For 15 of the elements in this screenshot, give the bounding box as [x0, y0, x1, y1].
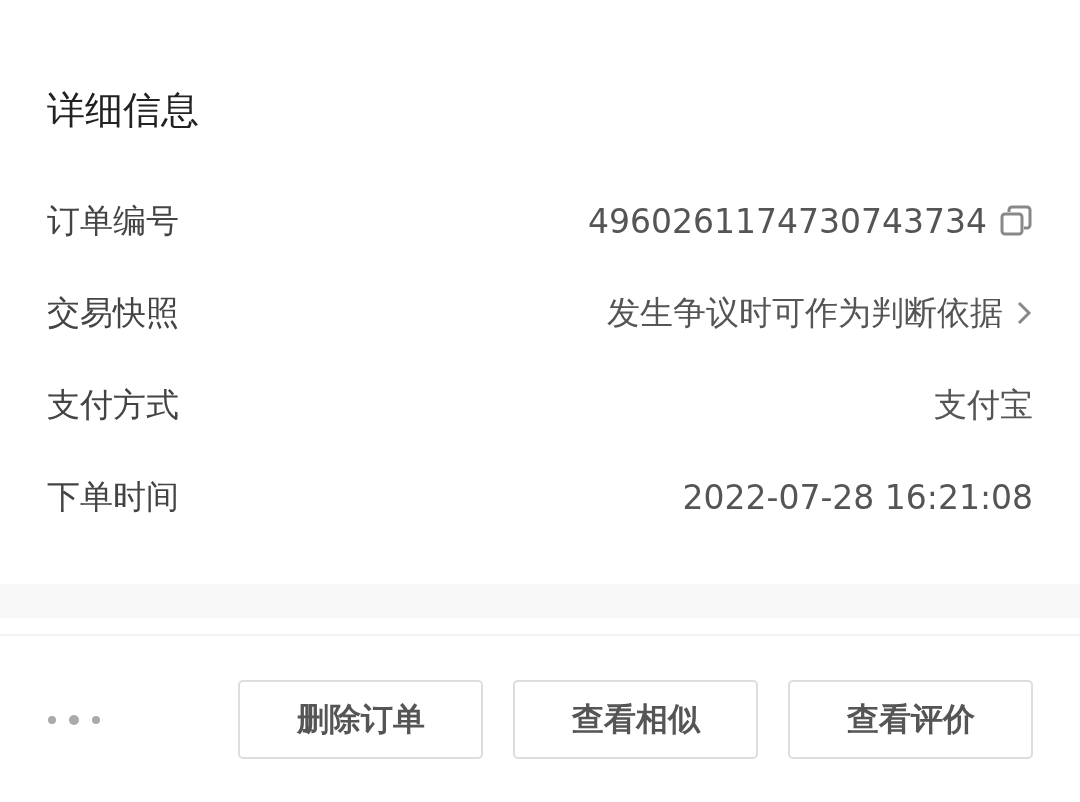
action-button[interactable]: 查看相似	[513, 680, 758, 759]
field-label: 订单编号	[47, 199, 179, 242]
field-value[interactable]: 发生争议时可作为判断依据	[607, 290, 1003, 336]
field-value: 支付宝	[934, 383, 1033, 426]
chevron-right-icon[interactable]	[1015, 299, 1033, 327]
copy-icon[interactable]	[999, 204, 1033, 238]
field-label: 下单时间	[47, 475, 179, 518]
section-title: 详细信息	[47, 87, 199, 134]
action-button[interactable]: 删除订单	[238, 680, 483, 759]
more-icon[interactable]	[47, 712, 103, 727]
field-label: 交易快照	[47, 291, 179, 334]
field-value: 4960261174730743734	[588, 201, 987, 241]
field-label: 支付方式	[47, 383, 179, 426]
field-value: 2022-07-28 16:21:08	[682, 477, 1033, 517]
action-button[interactable]: 查看评价	[788, 680, 1033, 759]
